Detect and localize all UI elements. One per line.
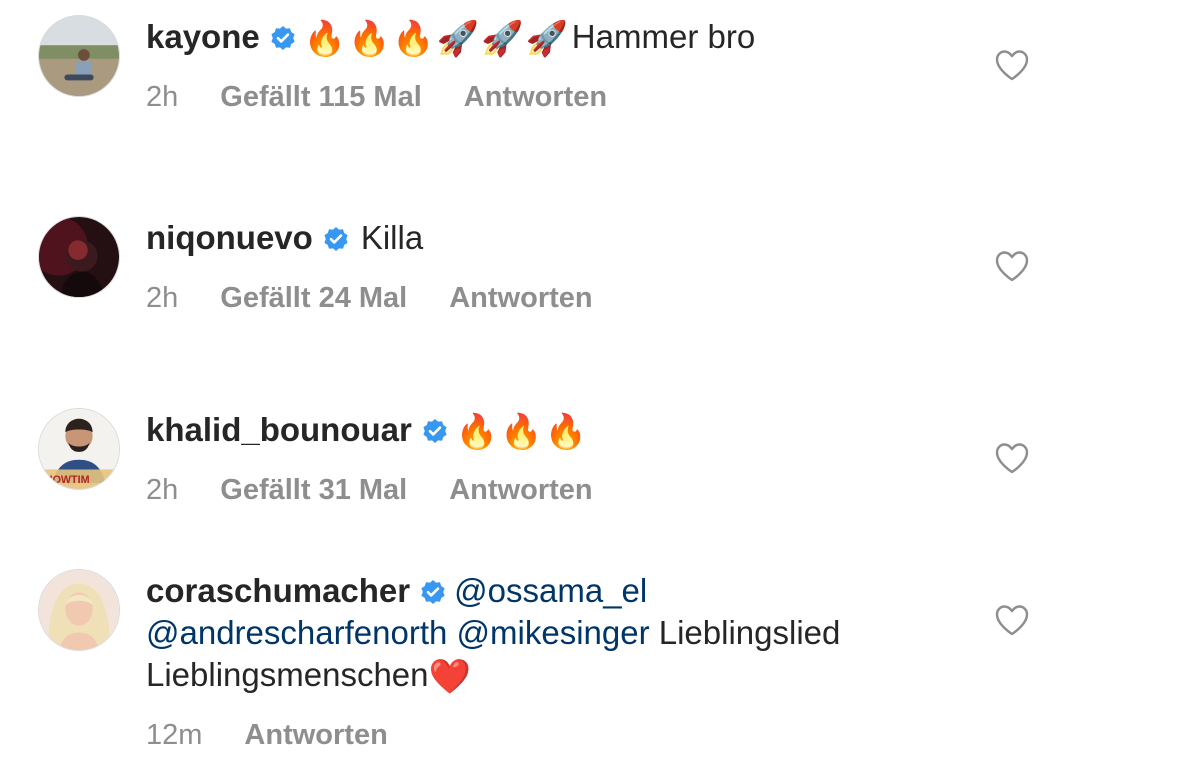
comment-meta: 2h Gefällt 31 Mal Antworten bbox=[146, 474, 635, 507]
heart-outline-icon[interactable] bbox=[994, 249, 1030, 283]
fire-emoji: 🔥 bbox=[455, 413, 499, 451]
comment-time: 12m bbox=[146, 719, 203, 751]
comment-text: Lieblingsmenschen bbox=[146, 656, 429, 693]
fire-emoji: 🔥 bbox=[348, 20, 391, 58]
comment-meta: 12m Antworten bbox=[146, 719, 430, 752]
fire-emoji: 🔥 bbox=[500, 413, 543, 451]
red-heart-emoji: ❤️ bbox=[428, 658, 471, 696]
reply-button[interactable]: Antworten bbox=[464, 81, 607, 113]
avatar[interactable] bbox=[38, 569, 120, 651]
likes-count[interactable]: Gefällt 24 Mal bbox=[220, 282, 407, 314]
comment-text-line: kayone 🔥🔥🔥🚀🚀🚀 Hammer bro bbox=[146, 16, 966, 58]
likes-count[interactable]: Gefällt 31 Mal bbox=[220, 474, 407, 506]
reply-button[interactable]: Antworten bbox=[449, 282, 592, 314]
comment-text-line: coraschumacher @ossama_el bbox=[146, 570, 966, 612]
username[interactable]: khalid_bounouar bbox=[146, 411, 412, 448]
mention-link[interactable]: @mikesinger bbox=[457, 614, 650, 651]
comment-text-line: niqonuevo Killa bbox=[146, 217, 966, 259]
fire-emoji: 🔥 bbox=[303, 20, 347, 58]
comment-text: Lieblingslied bbox=[658, 614, 841, 651]
rocket-emoji: 🚀 bbox=[436, 20, 480, 58]
comment-time: 2h bbox=[146, 282, 179, 314]
avatar[interactable] bbox=[38, 216, 120, 298]
verified-badge-icon bbox=[422, 418, 448, 444]
rocket-emoji: 🚀 bbox=[525, 20, 568, 58]
avatar[interactable] bbox=[38, 15, 120, 97]
comment-text: Hammer bro bbox=[571, 18, 756, 55]
comment-text: Killa bbox=[360, 219, 424, 256]
fire-emoji: 🔥 bbox=[544, 413, 587, 451]
verified-badge-icon bbox=[420, 579, 446, 605]
likes-count[interactable]: Gefällt 115 Mal bbox=[220, 81, 422, 113]
verified-badge-icon bbox=[323, 226, 349, 252]
mention-link[interactable]: @andrescharfenorth bbox=[146, 614, 447, 651]
comment-text-line: Lieblingsmenschen❤️ bbox=[146, 654, 966, 696]
avatar-photo-khalid: HOWTIM bbox=[39, 409, 119, 489]
heart-outline-icon[interactable] bbox=[994, 48, 1030, 82]
heart-outline-icon[interactable] bbox=[994, 441, 1030, 475]
username[interactable]: kayone bbox=[146, 18, 260, 55]
avatar-photo-kayone bbox=[39, 16, 119, 96]
comment-time: 2h bbox=[146, 474, 179, 506]
heart-outline-icon[interactable] bbox=[994, 603, 1030, 637]
avatar-photo-cora bbox=[39, 570, 119, 650]
comment-meta: 2h Gefällt 24 Mal Antworten bbox=[146, 282, 635, 315]
avatar[interactable]: HOWTIM bbox=[38, 408, 120, 490]
reply-button[interactable]: Antworten bbox=[449, 474, 592, 506]
fire-emoji: 🔥 bbox=[392, 20, 435, 58]
reply-button[interactable]: Antworten bbox=[244, 719, 387, 751]
verified-badge-icon bbox=[270, 25, 296, 51]
mention-link[interactable]: @ossama_el bbox=[454, 572, 647, 609]
avatar-caption: HOWTIM bbox=[45, 474, 90, 486]
comment-meta: 2h Gefällt 115 Mal Antworten bbox=[146, 81, 649, 114]
comment-text-line: khalid_bounouar 🔥🔥🔥 bbox=[146, 409, 966, 451]
comment-time: 2h bbox=[146, 81, 179, 113]
comment-text-line: @andrescharfenorth @mikesinger Lieblings… bbox=[146, 612, 966, 654]
rocket-emoji: 🚀 bbox=[481, 20, 524, 58]
avatar-photo-niqonuevo bbox=[39, 217, 119, 297]
username[interactable]: niqonuevo bbox=[146, 219, 313, 256]
username[interactable]: coraschumacher bbox=[146, 572, 410, 609]
